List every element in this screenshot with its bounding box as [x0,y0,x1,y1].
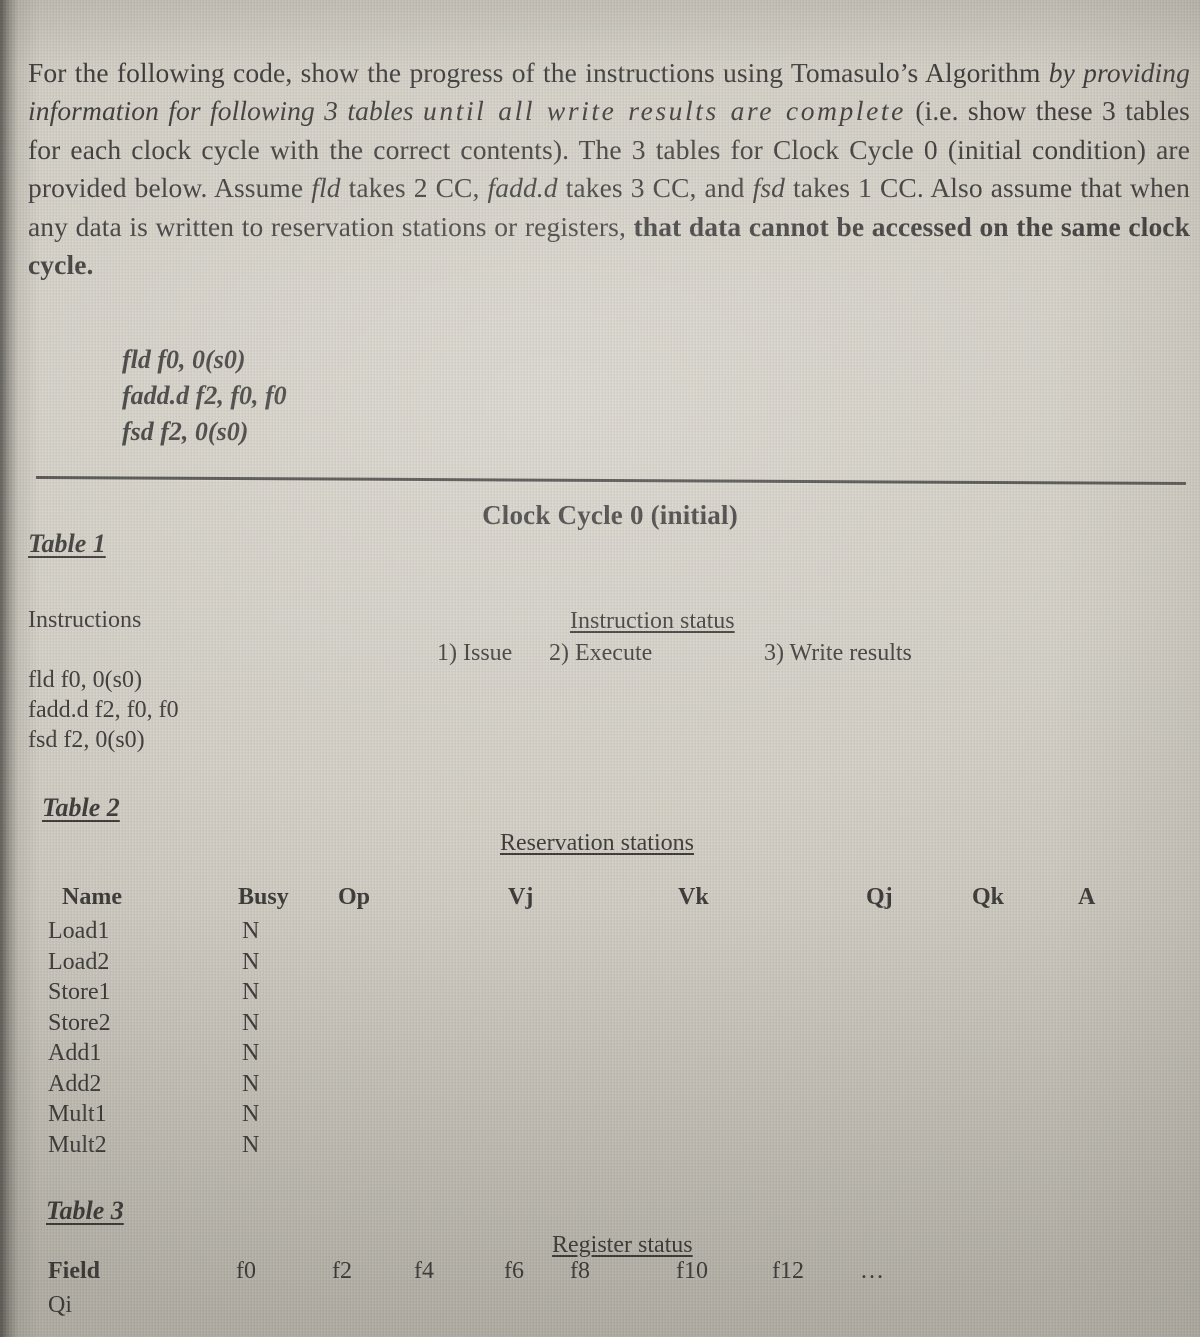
table-row: fld f0, 0(s0) [28,667,142,693]
intro-text-5-fld: fld [311,172,341,203]
code-line: fsd f2, 0(s0) [122,417,249,446]
cell-name: Load2 [48,948,110,975]
cell-name: Store2 [48,1009,111,1036]
table-3-label: Table 3 [46,1196,124,1225]
register-column-f2: f2 [332,1258,352,1284]
column-header-op: Op [338,884,371,910]
column-header-vk: Vk [678,884,709,910]
cell-busy: N [242,1131,260,1158]
intro-text-9-fsd: fsd [752,172,785,203]
register-status-heading: Register status [552,1232,693,1258]
clock-cycle-title: Clock Cycle 0 (initial) [482,500,738,530]
register-column-f8: f8 [570,1258,590,1284]
table-row: Add2 N [0,1071,1200,1102]
table-row: Load1 N [0,918,1200,949]
instruction-status-rows: fld f0, 0(s0) fadd.d f2, f0, f0 fsd f2, … [28,665,179,755]
intro-paragraph: For the following code, show the progres… [28,54,1190,285]
table-row: Mult2 N [0,1132,1200,1163]
cell-busy: N [242,948,260,975]
column-header-vj: Vj [508,884,534,910]
code-line: fadd.d f2, f0, f0 [122,381,287,410]
intro-text-3-emphasis: until all write results are complete [423,95,906,126]
column-header-issue: 1) Issue [437,640,513,666]
column-header-execute: 2) Execute [549,640,653,666]
document-page: For the following code, show the progres… [0,0,1200,1337]
cell-busy: N [242,918,260,944]
intro-text-6: takes 2 CC, [340,172,488,203]
cell-name: Add1 [48,1040,102,1066]
table-row: Store2 N [0,1010,1200,1041]
register-column-f0: f0 [236,1258,256,1284]
intro-text-1: For the following code, show the progres… [28,56,1049,88]
code-line: fld f0, 0(s0) [122,345,246,374]
reservation-stations-heading: Reservation stations [500,830,694,856]
column-header-busy: Busy [238,884,289,910]
register-column-f12: f12 [772,1258,804,1284]
column-header-qj: Qj [866,884,893,910]
cell-name: Store1 [48,979,111,1005]
intro-text-7-fadd: fadd.d [487,172,558,203]
register-column-f6: f6 [504,1258,524,1284]
table-row: Load2 N [0,949,1200,980]
cell-name: Mult2 [48,1131,107,1158]
table-row: Mult1 N [0,1101,1200,1132]
column-header-a: A [1078,884,1096,910]
cell-name: Load1 [48,918,110,944]
cell-busy: N [242,1070,260,1097]
register-column-f4: f4 [414,1258,434,1284]
cell-busy: N [242,1101,260,1127]
table-row: fsd f2, 0(s0) [28,727,145,753]
section-divider [35,476,1186,486]
cell-busy: N [242,1009,260,1036]
reservation-stations-header-row: Name Busy Op Vj Vk Qj Qk A [0,884,1200,914]
register-column-ellipsis: … [860,1258,884,1284]
page-content: For the following code, show the progres… [0,0,1200,1337]
register-column-f10: f10 [676,1258,708,1284]
cell-name: Add2 [48,1070,102,1097]
table-row: Add1 N [0,1040,1200,1071]
intro-text-8: takes 3 CC, and [557,172,753,203]
register-field-label: Field [48,1258,100,1284]
reservation-stations-rows: Load1 N Load2 N Store1 N Store2 N Add1 N… [0,918,1200,1162]
register-field-row: Field f0 f2 f4 f6 f8 f10 f12 … [0,1258,1200,1290]
instructions-column-header: Instructions [28,607,142,633]
code-listing: fld f0, 0(s0) fadd.d f2, f0, f0 fsd f2, … [122,342,287,450]
column-header-name: Name [62,884,122,910]
cell-busy: N [242,979,260,1005]
instruction-status-heading: Instruction status [570,608,735,634]
table-2-label: Table 2 [42,793,120,822]
cell-busy: N [242,1040,260,1066]
table-row: fadd.d f2, f0, f0 [28,697,179,723]
cell-name: Mult1 [48,1101,107,1127]
table-1-label: Table 1 [28,529,106,558]
register-qi-row: Qi [48,1292,72,1318]
table-row: Store1 N [0,979,1200,1010]
column-header-write-results: 3) Write results [764,640,912,666]
column-header-qk: Qk [972,884,1005,910]
